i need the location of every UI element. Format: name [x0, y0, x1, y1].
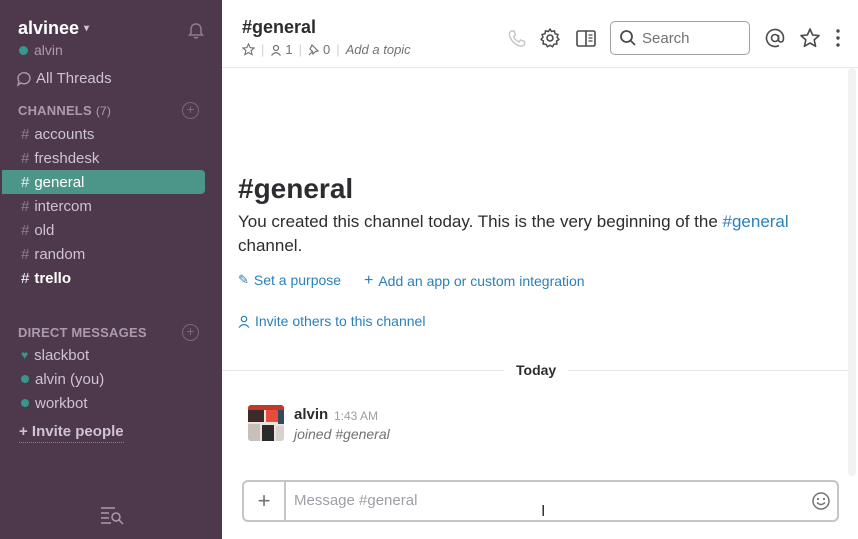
team-name: alvinee [18, 18, 80, 38]
dm-item[interactable]: alvin (you) [2, 367, 205, 391]
member-count[interactable]: 1 [285, 42, 292, 57]
channel-meta: | 1 | 0 | Add a topic [242, 42, 411, 57]
channel-name: freshdesk [34, 149, 100, 167]
search-input[interactable]: Search [610, 21, 750, 55]
username: alvin [34, 42, 63, 58]
channel-item[interactable]: # old [2, 218, 205, 242]
pin-icon [308, 43, 320, 55]
presence-icon [19, 45, 28, 55]
intro-title: #general [238, 173, 354, 204]
channel-item[interactable]: # intercom [2, 194, 205, 218]
separator: | [336, 42, 340, 57]
dm-heading-label: DIRECT MESSAGES [18, 325, 147, 340]
hash-icon: # [21, 173, 30, 191]
add-app-label: Add an app or custom integration [378, 273, 585, 289]
channel-link[interactable]: #general [723, 212, 789, 231]
dm-heading[interactable]: DIRECT MESSAGES [18, 325, 147, 340]
intro-text: You created this channel today. This is … [238, 210, 828, 258]
channel-name: random [34, 245, 86, 263]
message-input[interactable]: Message #general [294, 492, 417, 509]
star-icon[interactable] [799, 27, 821, 49]
threads-icon [16, 71, 31, 87]
dm-name: workbot [35, 394, 88, 412]
set-purpose-link[interactable]: ✎ Set a purpose [238, 272, 341, 288]
star-outline-icon[interactable] [242, 43, 255, 56]
all-threads-label: All Threads [36, 70, 112, 87]
member-icon [271, 44, 282, 56]
hash-icon: # [21, 149, 30, 167]
separator: | [261, 42, 265, 57]
pencil-icon: ✎ [238, 272, 249, 287]
message-body: joined #general [294, 426, 390, 442]
hash-icon: # [21, 269, 30, 287]
dm-name: alvin (you) [35, 370, 105, 388]
hash-icon: # [21, 197, 30, 215]
invite-others-label: Invite others to this channel [255, 313, 426, 329]
channels-count: (7) [95, 104, 112, 118]
channel-name: general [34, 173, 85, 191]
set-purpose-label: Set a purpose [253, 272, 342, 288]
sidebar-toggle-icon[interactable] [575, 28, 597, 50]
channel-item[interactable]: # freshdesk [2, 146, 205, 170]
person-icon [238, 315, 250, 328]
add-channel-icon[interactable]: + [182, 102, 199, 119]
avatar[interactable] [248, 405, 284, 441]
day-label: Today [504, 362, 569, 378]
channels-heading-label: CHANNELS [18, 103, 92, 118]
search-placeholder: Search [642, 29, 690, 47]
scrollbar[interactable] [848, 68, 856, 476]
channel-name: trello [34, 269, 72, 287]
more-options-icon[interactable] [830, 27, 846, 49]
channel-item-active[interactable]: # general [2, 170, 205, 194]
text-cursor-icon: I [541, 503, 546, 520]
channel-name: accounts [34, 125, 95, 143]
search-icon [620, 30, 636, 46]
intro-text-before: You created this channel today. This is … [238, 212, 723, 231]
invite-others-link[interactable]: Invite others to this channel [238, 313, 425, 329]
quick-switcher-icon[interactable] [99, 505, 125, 525]
heart-icon: ♥ [21, 348, 29, 362]
hash-icon: # [21, 245, 30, 263]
channel-item[interactable]: # random [2, 242, 205, 266]
channel-name: intercom [34, 197, 92, 215]
hash-icon: # [21, 125, 30, 143]
channel-name: old [34, 221, 55, 239]
current-user[interactable]: alvin [19, 42, 63, 58]
mentions-icon[interactable] [764, 27, 786, 49]
invite-people-link[interactable]: + Invite people [19, 423, 124, 443]
hash-icon: # [21, 221, 30, 239]
plus-icon: + [364, 272, 374, 289]
channel-item-unread[interactable]: # trello [2, 266, 205, 290]
dm-name: slackbot [34, 346, 90, 364]
message-author[interactable]: alvin [294, 406, 328, 423]
gear-icon[interactable] [539, 27, 561, 49]
separator: | [298, 42, 303, 57]
add-app-link[interactable]: + Add an app or custom integration [364, 272, 585, 290]
chevron-down-icon: ▾ [84, 23, 90, 34]
add-dm-icon[interactable]: + [182, 324, 199, 341]
emoji-icon[interactable] [811, 491, 831, 511]
bell-icon[interactable] [186, 21, 206, 41]
channel-item[interactable]: # accounts [2, 122, 205, 146]
all-threads[interactable]: All Threads [16, 70, 112, 87]
presence-icon [21, 399, 29, 407]
add-topic-link[interactable]: Add a topic [346, 42, 411, 57]
plus-icon: + [257, 488, 271, 513]
pinned-count[interactable]: 0 [323, 42, 330, 57]
attach-button[interactable]: + [244, 482, 286, 520]
message-timestamp[interactable]: 1:43 AM [334, 409, 378, 423]
phone-icon[interactable] [506, 28, 528, 50]
presence-icon [21, 375, 29, 383]
dm-item[interactable]: workbot [2, 391, 205, 415]
sidebar: alvinee ▾ alvin All Threads CHANNELS (7) … [0, 0, 222, 539]
channel-title[interactable]: #general [242, 17, 316, 38]
intro-text-after: channel. [238, 236, 303, 255]
dm-item[interactable]: ♥ slackbot [2, 343, 205, 367]
channel-header: #general | 1 | 0 | Add a topic Search [222, 0, 858, 68]
team-menu[interactable]: alvinee ▾ [18, 18, 89, 39]
channels-heading[interactable]: CHANNELS (7) [18, 103, 111, 118]
